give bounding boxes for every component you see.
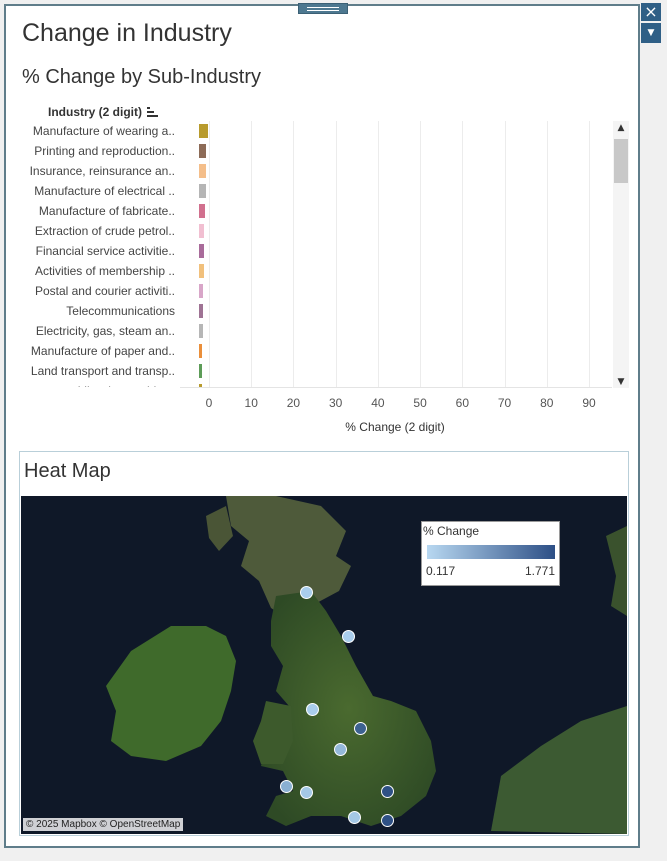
bar[interactable] bbox=[199, 304, 203, 318]
scrollbar-thumb[interactable] bbox=[614, 139, 628, 183]
category-label[interactable]: Manufacture of wearing a.. bbox=[10, 121, 175, 141]
bar[interactable] bbox=[199, 164, 207, 178]
x-tick-label: 80 bbox=[540, 396, 554, 410]
bar[interactable] bbox=[199, 324, 203, 338]
category-label[interactable]: Electricity, gas, steam an.. bbox=[10, 321, 175, 341]
category-label[interactable]: Activities of membership .. bbox=[10, 261, 175, 281]
x-axis-label: % Change (2 digit) bbox=[345, 420, 445, 434]
bar-chart-plot bbox=[180, 121, 612, 388]
scroll-down-icon[interactable]: ▼ bbox=[613, 377, 629, 387]
x-tick-label: 10 bbox=[244, 396, 258, 410]
bar[interactable] bbox=[199, 184, 206, 198]
x-tick-label: 30 bbox=[328, 396, 343, 410]
x-tick-label: 90 bbox=[582, 396, 596, 410]
map-data-point[interactable] bbox=[306, 703, 319, 716]
bar[interactable] bbox=[199, 344, 203, 358]
x-tick-label: 60 bbox=[455, 396, 469, 410]
bar[interactable] bbox=[199, 284, 204, 298]
x-tick-label: 70 bbox=[497, 396, 512, 410]
dashboard-title: Change in Industry bbox=[22, 19, 232, 47]
drag-handle[interactable] bbox=[298, 3, 348, 14]
map-data-point[interactable] bbox=[300, 786, 313, 799]
category-label[interactable]: Libraries, archives bbox=[10, 381, 175, 387]
x-tick-label: 0 bbox=[205, 396, 213, 410]
map-attribution[interactable]: © 2025 Mapbox © OpenStreetMap bbox=[23, 818, 184, 831]
category-labels: Manufacture of wearing a.. Printing and r… bbox=[10, 121, 175, 387]
legend-min-value: 0.117 bbox=[426, 564, 456, 578]
map-data-point[interactable] bbox=[334, 743, 347, 756]
map-data-point[interactable] bbox=[280, 780, 293, 793]
scroll-up-icon[interactable]: ▲ bbox=[613, 123, 629, 133]
category-label[interactable]: Manufacture of fabricate.. bbox=[10, 201, 175, 221]
close-icon[interactable]: × bbox=[641, 3, 661, 21]
category-label[interactable]: Manufacture of electrical .. bbox=[10, 181, 175, 201]
dropdown-menu-icon[interactable]: ▼ bbox=[641, 23, 661, 43]
chart-scrollbar[interactable]: ▲ ▼ bbox=[613, 121, 629, 388]
category-label[interactable]: Insurance, reinsurance an.. bbox=[10, 161, 175, 181]
bar[interactable] bbox=[199, 124, 208, 138]
map-title: Heat Map bbox=[24, 460, 111, 482]
legend-title: % Change bbox=[423, 524, 480, 538]
bar[interactable] bbox=[199, 204, 205, 218]
x-tick-label: 20 bbox=[286, 396, 301, 410]
map-data-point[interactable] bbox=[381, 814, 394, 827]
sort-icon[interactable] bbox=[147, 107, 158, 117]
legend-gradient bbox=[427, 545, 555, 559]
category-label[interactable]: Postal and courier activiti.. bbox=[10, 281, 175, 301]
category-label[interactable]: Manufacture of paper and.. bbox=[10, 341, 175, 361]
chart-title: % Change by Sub-Industry bbox=[22, 66, 262, 88]
bar[interactable] bbox=[199, 244, 204, 258]
bar[interactable] bbox=[199, 224, 205, 238]
bar[interactable] bbox=[199, 144, 207, 158]
x-tick-label: 40 bbox=[371, 396, 385, 410]
category-label[interactable]: Financial service activitie.. bbox=[10, 241, 175, 261]
column-header[interactable]: Industry (2 digit) bbox=[48, 105, 142, 119]
category-label[interactable]: Printing and reproduction.. bbox=[10, 141, 175, 161]
category-label[interactable]: Land transport and transp.. bbox=[10, 361, 175, 381]
map-legend: % Change 0.117 1.771 bbox=[421, 521, 560, 586]
map-data-point[interactable] bbox=[300, 586, 313, 599]
legend-max-value: 1.771 bbox=[524, 564, 555, 578]
map-data-point[interactable] bbox=[348, 811, 361, 824]
map-data-point[interactable] bbox=[342, 630, 355, 643]
map-data-point[interactable] bbox=[381, 785, 394, 798]
x-tick-label: 50 bbox=[413, 396, 427, 410]
category-label[interactable]: Telecommunications bbox=[10, 301, 175, 321]
category-label[interactable]: Extraction of crude petrol.. bbox=[10, 221, 175, 241]
map-data-point[interactable] bbox=[354, 722, 367, 735]
bar[interactable] bbox=[199, 364, 202, 378]
bar[interactable] bbox=[199, 264, 204, 278]
